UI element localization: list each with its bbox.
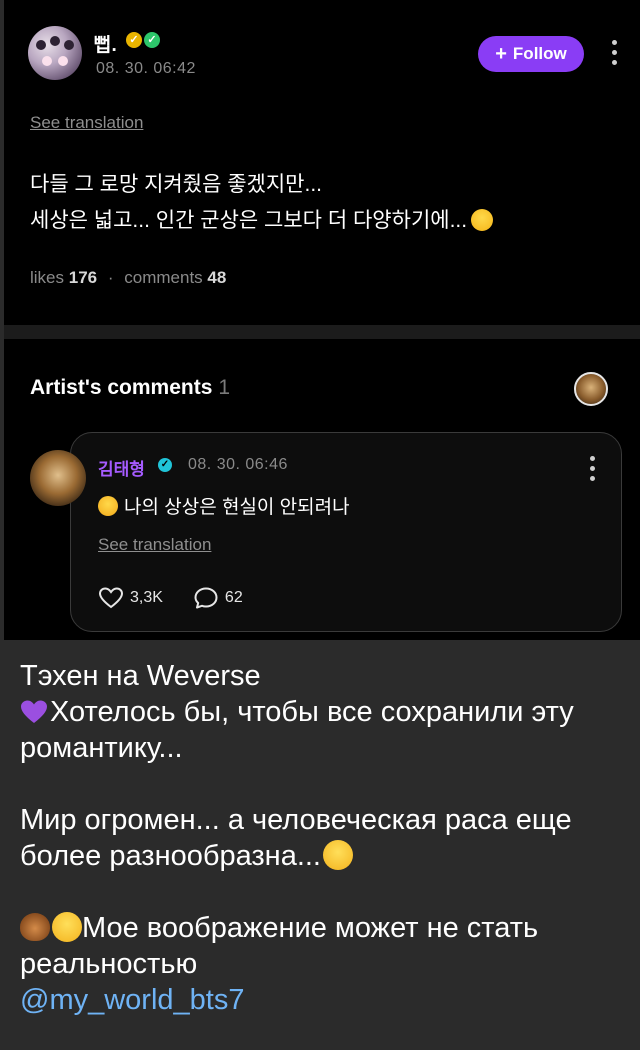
pleading-face-emoji-icon	[323, 840, 353, 870]
artist-comments-count: 1	[218, 376, 231, 399]
more-vertical-icon[interactable]	[612, 40, 618, 70]
reply-count: 62	[224, 589, 243, 606]
caption-line-2: Хотелось бы, чтобы все сохранили эту ром…	[20, 696, 574, 764]
verified-icon: ✓	[144, 32, 160, 48]
comment-bubble-icon	[194, 587, 218, 609]
crying-face-emoji-icon	[52, 912, 82, 942]
plus-icon: +	[495, 43, 507, 65]
comments-count: 48	[207, 268, 227, 287]
comment-text-row: 나의 상상은 현실이 안되려나	[98, 492, 350, 519]
comment-timestamp: 08. 30. 06:46	[188, 456, 288, 473]
smiling-tear-emoji-icon	[471, 209, 494, 231]
membership-badge-icon: ✓	[126, 32, 142, 48]
crying-emoji-icon	[98, 496, 118, 516]
reply-button[interactable]: 62	[193, 586, 243, 610]
post-text-line-2: 세상은 넓고... 인간 군상은 그보다 더 다양하기에...	[30, 209, 468, 232]
post-stats: likes 176 · comments 48	[30, 268, 227, 287]
artist-comments-heading: Artist's comments 1	[30, 376, 230, 400]
follow-button[interactable]: + Follow	[478, 36, 584, 72]
comment-more-icon[interactable]	[590, 456, 595, 486]
commenter-name[interactable]: 김태형	[98, 455, 145, 480]
channel-handle-link[interactable]: @my_world_bts7	[20, 982, 620, 1018]
comment-actions: 3,3K 62	[98, 586, 273, 610]
caption-line-1: Тэхен на Weverse	[20, 660, 261, 692]
bear-emoji-icon	[20, 913, 50, 941]
heart-outline-icon	[98, 587, 124, 609]
section-divider	[4, 325, 640, 339]
verified-icon: ✓	[158, 458, 172, 472]
post-text-line-1: 다들 그 로망 지켜줬음 좋겠지만...	[30, 173, 323, 196]
likes-count: 176	[68, 268, 98, 287]
comment-see-translation-link[interactable]: See translation	[98, 535, 211, 555]
author-avatar[interactable]	[28, 26, 82, 80]
message-caption: Тэхен на Weverse Хотелось бы, чтобы все …	[20, 658, 620, 1018]
caption-line-3: Мир огромен... а человеческая раса еще б…	[20, 804, 572, 872]
post-timestamp: 08. 30. 06:42	[96, 60, 196, 77]
author-name[interactable]: 뻡.	[94, 30, 117, 57]
purple-heart-emoji-icon	[21, 700, 47, 723]
commenter-avatar[interactable]	[30, 450, 86, 506]
caption-line-4: Мое воображение может не стать реальност…	[20, 912, 539, 980]
artist-avatar-small[interactable]	[574, 372, 608, 406]
likes-label: likes	[30, 268, 65, 287]
like-button[interactable]: 3,3K	[98, 586, 163, 610]
see-translation-link[interactable]: See translation	[30, 113, 143, 133]
comments-label: comments	[124, 268, 203, 287]
follow-label: Follow	[512, 44, 567, 63]
like-count: 3,3K	[130, 589, 163, 606]
artist-comments-title: Artist's comments	[30, 376, 213, 399]
comment-text: 나의 상상은 현실이 안되려나	[124, 497, 350, 518]
